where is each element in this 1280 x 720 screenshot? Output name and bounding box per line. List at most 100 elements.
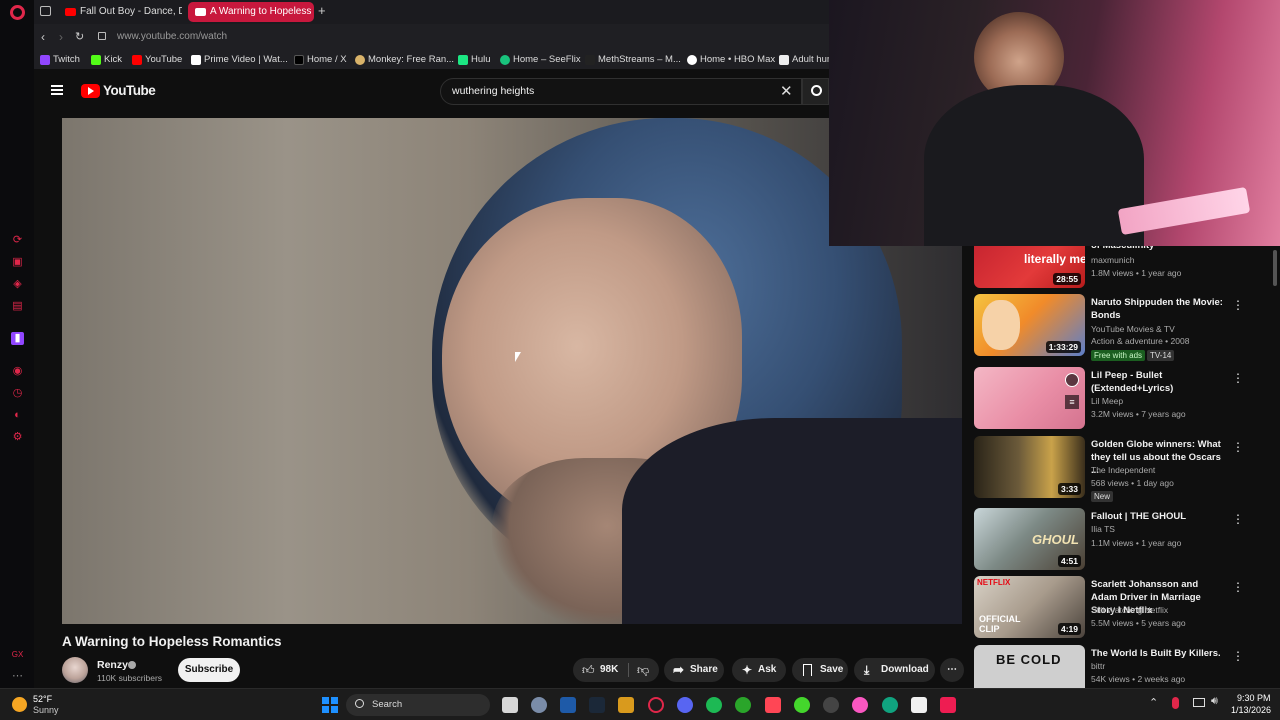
- tab-overview-icon[interactable]: [40, 6, 51, 16]
- tab-fall-out-boy[interactable]: Fall Out Boy - Dance, Danc: [58, 2, 182, 22]
- watch-later-icon[interactable]: [1065, 373, 1079, 387]
- sidebar-refresh-icon[interactable]: ⟳: [11, 234, 24, 247]
- list-item[interactable]: GHOUL 4:51 Fallout | THE GHOUL Ilia TS 1…: [974, 508, 1274, 572]
- video-thumbnail[interactable]: NETFLIX OFFICIAL CLIP 4:19: [974, 576, 1085, 638]
- capcut-icon[interactable]: [911, 697, 927, 713]
- clear-search-icon[interactable]: ✕: [780, 82, 793, 100]
- video-thumbnail[interactable]: BE COLD: [974, 645, 1085, 688]
- opera-gx-icon[interactable]: [648, 697, 664, 713]
- microphone-icon[interactable]: [1172, 697, 1179, 709]
- itunes-icon[interactable]: [852, 697, 868, 713]
- channel-name[interactable]: YouTube Movies & TV: [1091, 324, 1175, 334]
- sidebar-history-icon[interactable]: ◷: [11, 387, 24, 400]
- bookmark-prime[interactable]: Prime Video | Wat...: [191, 54, 288, 66]
- volume-icon[interactable]: 🔊︎: [1211, 695, 1218, 708]
- settings-icon[interactable]: [531, 697, 547, 713]
- app-icon[interactable]: [560, 697, 576, 713]
- channel-name[interactable]: The Independent: [1091, 465, 1155, 475]
- bookmark-twitch[interactable]: Twitch: [40, 54, 80, 66]
- more-options-icon[interactable]: ⋮: [1232, 649, 1244, 663]
- video-title[interactable]: Naruto Shippuden the Movie: Bonds: [1091, 296, 1225, 322]
- search-input[interactable]: wuthering heights ✕: [440, 78, 802, 105]
- page-scrollbar[interactable]: [1273, 250, 1277, 286]
- video-title[interactable]: The World Is Built By Killers.: [1091, 647, 1225, 660]
- menu-icon[interactable]: [51, 85, 63, 95]
- bookmark-monkey[interactable]: Monkey: Free Ran...: [355, 54, 454, 66]
- add-to-queue-icon[interactable]: ≡: [1065, 395, 1079, 409]
- download-button[interactable]: ⤓ Download: [854, 658, 935, 682]
- chatgpt-icon[interactable]: [882, 697, 898, 713]
- video-thumbnail[interactable]: 3:33: [974, 436, 1085, 498]
- channel-name[interactable]: Lil Meep: [1091, 396, 1123, 406]
- bookmark-methstreams[interactable]: MethStreams – M...: [585, 54, 681, 66]
- bookmark-hulu[interactable]: Hulu: [458, 54, 491, 66]
- video-player[interactable]: [62, 118, 962, 624]
- sidebar-settings-icon[interactable]: ⚙: [11, 431, 24, 444]
- sidebar-messenger-icon[interactable]: ▤: [11, 300, 24, 313]
- subscribe-button[interactable]: Subscribe: [178, 658, 240, 682]
- valorant-icon[interactable]: [765, 697, 781, 713]
- list-item[interactable]: BE COLD The World Is Built By Killers. b…: [974, 645, 1274, 688]
- more-options-icon[interactable]: ⋮: [1232, 440, 1244, 454]
- channel-name[interactable]: Renzy: [97, 659, 128, 671]
- razer-icon[interactable]: [794, 697, 810, 713]
- clock-date[interactable]: 1/13/2026: [1231, 705, 1271, 715]
- search-button[interactable]: [802, 78, 829, 105]
- forward-icon[interactable]: ›: [59, 30, 63, 44]
- share-button[interactable]: ➦ Share: [664, 658, 724, 682]
- more-options-icon[interactable]: ⋮: [1232, 512, 1244, 526]
- list-item[interactable]: 3:33 Golden Globe winners: What they tel…: [974, 436, 1274, 502]
- reload-icon[interactable]: ↻: [75, 30, 84, 43]
- opera-logo-icon[interactable]: [10, 5, 25, 20]
- clock-time[interactable]: 9:30 PM: [1237, 693, 1271, 703]
- network-icon[interactable]: [1193, 698, 1205, 707]
- xbox-icon[interactable]: [735, 697, 751, 713]
- more-options-icon[interactable]: ⋮: [1232, 371, 1244, 385]
- sidebar-tag-icon[interactable]: ◈: [11, 278, 24, 291]
- channel-name[interactable]: Still Watching Netflix: [1091, 605, 1168, 615]
- new-tab-button[interactable]: +: [318, 4, 326, 18]
- bookmark-x[interactable]: Home / X: [294, 54, 347, 66]
- sidebar-twitch-icon[interactable]: ▮: [11, 332, 24, 345]
- more-actions-button[interactable]: ⋯: [940, 658, 964, 682]
- video-thumbnail[interactable]: 1:33:29: [974, 294, 1085, 356]
- discord-icon[interactable]: [677, 697, 693, 713]
- save-button[interactable]: Save: [792, 658, 848, 682]
- more-options-icon[interactable]: ⋮: [1232, 298, 1244, 312]
- game-icon[interactable]: [618, 697, 634, 713]
- taskbar-search[interactable]: Search: [346, 694, 490, 716]
- list-item[interactable]: NETFLIX OFFICIAL CLIP 4:19 Scarlett Joha…: [974, 576, 1274, 640]
- steam-icon[interactable]: [589, 697, 605, 713]
- sidebar-more-icon[interactable]: ⋯: [11, 670, 24, 683]
- bookmark-youtube[interactable]: YouTube: [132, 54, 182, 66]
- bookmark-adult[interactable]: Adult hun: [779, 54, 832, 66]
- more-options-icon[interactable]: ⋮: [1232, 580, 1244, 594]
- sidebar-chat-icon[interactable]: ◐: [11, 409, 24, 422]
- sidebar-gx-icon[interactable]: GX: [11, 648, 24, 661]
- bookmark-hbo[interactable]: Home • HBO Max: [687, 54, 775, 66]
- file-explorer-icon[interactable]: [502, 697, 518, 713]
- weather-widget[interactable]: 52°F Sunny: [12, 693, 82, 717]
- tray-chevron-icon[interactable]: ⌃: [1149, 696, 1158, 709]
- bookmark-kick[interactable]: Kick: [91, 54, 122, 66]
- spotify-icon[interactable]: [706, 697, 722, 713]
- list-item[interactable]: 1:33:29 Naruto Shippuden the Movie: Bond…: [974, 294, 1274, 362]
- video-thumbnail[interactable]: GHOUL 4:51: [974, 508, 1085, 570]
- back-icon[interactable]: ‹: [41, 30, 45, 44]
- list-item[interactable]: ≡ Lil Peep - Bullet (Extended+Lyrics) Li…: [974, 367, 1274, 431]
- video-title[interactable]: Fallout | THE GHOUL: [1091, 510, 1225, 523]
- channel-avatar[interactable]: [62, 657, 88, 683]
- channel-name[interactable]: bittr: [1091, 661, 1105, 671]
- channel-name[interactable]: maxmunich: [1091, 255, 1134, 265]
- sidebar-player-icon[interactable]: ◉: [11, 365, 24, 378]
- video-thumbnail[interactable]: ≡: [974, 367, 1085, 429]
- tab-warning-hopeless-romantics[interactable]: A Warning to Hopeless Ro: [188, 2, 314, 22]
- channel-name[interactable]: Ilia TS: [1091, 524, 1115, 534]
- sidebar-bag-icon[interactable]: ▣: [11, 256, 24, 269]
- url-field[interactable]: www.youtube.com/watch: [117, 31, 227, 42]
- start-button[interactable]: [322, 697, 338, 713]
- obs-icon[interactable]: [823, 697, 839, 713]
- bookmark-seeflix[interactable]: Home – SeeFlix: [500, 54, 581, 66]
- tiktok-icon[interactable]: [940, 697, 956, 713]
- video-title[interactable]: Lil Peep - Bullet (Extended+Lyrics): [1091, 369, 1225, 395]
